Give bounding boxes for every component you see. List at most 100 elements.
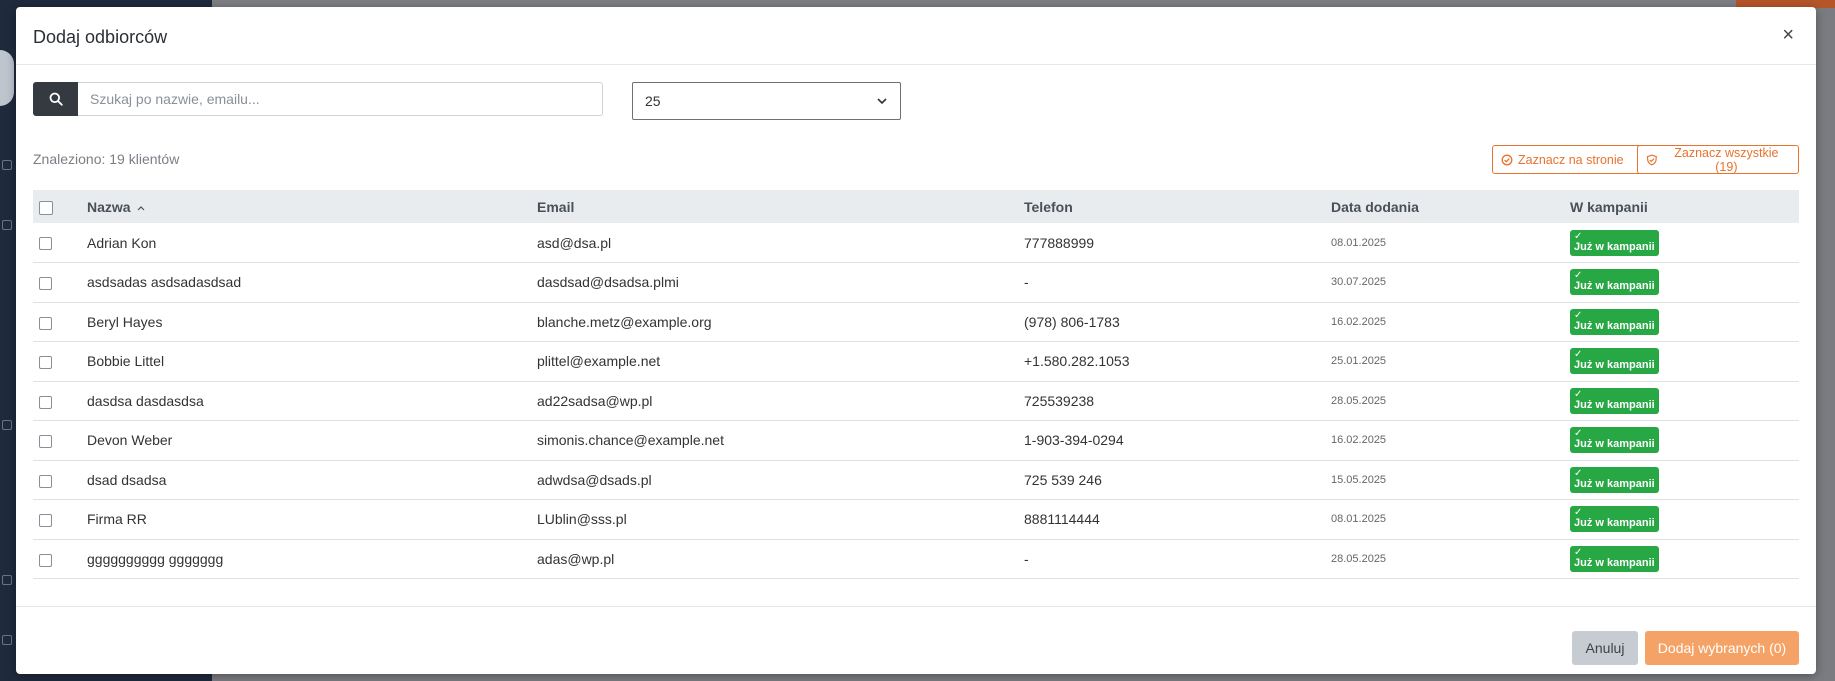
cell-name: Firma RR [87,511,147,528]
cell-phone: +1.580.282.1053 [1024,353,1130,370]
check-circle-icon [1501,154,1513,165]
table-row[interactable]: Beryl Hayes blanche.metz@example.org (978)… [33,302,1799,342]
in-campaign-label: Już w kampanii [1574,280,1655,293]
cell-email: asd@dsa.pl [537,234,612,251]
cell-name: gggggggggg ggggggg [87,550,224,567]
select-page-label: Zaznacz na stronie [1518,152,1624,167]
table-row[interactable]: Firma RR LUblin@sss.pl 8881114444 08.01.202… [33,500,1799,540]
cell-name: Bobbie Littel [87,353,165,370]
row-checkbox[interactable] [39,277,52,291]
close-icon[interactable]: × [1782,25,1794,45]
cell-name: Adrian Kon [87,234,157,251]
cell-date: 25.01.2025 [1331,355,1387,368]
cell-name: dasdsa dasdasdsa [87,392,204,409]
cell-phone: - [1024,274,1029,291]
table-header-row: Nazwa Email Telefon Data dodania W kampa… [33,190,1799,223]
cell-date: 28.05.2025 [1331,394,1387,407]
check-icon: ✓ [1574,428,1583,440]
cell-date: 08.01.2025 [1331,236,1387,249]
cell-email: adas@wp.pl [537,550,615,567]
in-campaign-badge: ✓ Już w kampanii [1570,348,1659,375]
cell-campaign: ✓ Już w kampanii [1564,421,1799,461]
cell-campaign: ✓ Już w kampanii [1564,302,1799,342]
cell-email: LUblin@sss.pl [537,511,627,528]
cell-name: Devon Weber [87,432,173,449]
check-icon: ✓ [1574,467,1583,479]
table-row[interactable]: dasdsa dasdasdsa ad22sadsa@wp.pl 725539238… [33,381,1799,421]
cell-email: simonis.chance@example.net [537,432,724,449]
in-campaign-label: Już w kampanii [1574,438,1655,451]
per-page-select[interactable]: 25 [632,82,901,120]
column-header-campaign: W kampanii [1570,198,1648,215]
cell-date: 28.05.2025 [1331,552,1387,565]
cancel-button[interactable]: Anuluj [1572,631,1638,665]
table-row[interactable]: Adrian Kon asd@dsa.pl 777888999 08.01.2025 ✓… [33,223,1799,263]
table-row[interactable]: Bobbie Littel plittel@example.net +1.580.2… [33,342,1799,382]
cell-campaign: ✓ Już w kampanii [1564,460,1799,500]
cell-date: 08.01.2025 [1331,513,1387,526]
in-campaign-label: Już w kampanii [1574,477,1655,490]
select-all-label: Zaznacz wszystkie (19) [1674,145,1779,174]
check-icon: ✓ [1574,309,1583,321]
row-checkbox[interactable] [39,356,52,370]
clients-table-container[interactable]: Nazwa Email Telefon Data dodania W kampa… [33,190,1799,597]
table-row[interactable]: Devon Weber simonis.chance@example.net 1-9… [33,421,1799,461]
shield-check-icon [1646,153,1657,166]
in-campaign-badge: ✓ Już w kampanii [1570,229,1659,256]
row-checkbox[interactable] [39,435,52,449]
home-icon [2,160,12,170]
document-icon [2,420,12,430]
row-checkbox[interactable] [39,553,52,567]
calendar-icon [2,635,12,645]
row-checkbox[interactable] [39,237,52,251]
modal-footer: Anuluj Dodaj wybranych (0) [16,606,1816,674]
in-campaign-label: Już w kampanii [1574,240,1655,253]
in-campaign-badge: ✓ Już w kampanii [1570,466,1659,493]
column-header-phone: Telefon [1024,198,1073,215]
results-count: Znaleziono: 19 klientów [33,151,180,167]
column-header-email: Email [537,198,575,215]
row-checkbox[interactable] [39,514,52,528]
cell-phone: 777888999 [1024,234,1095,251]
cell-campaign: ✓ Już w kampanii [1564,223,1799,263]
in-campaign-badge: ✓ Już w kampanii [1570,506,1659,533]
check-icon: ✓ [1574,230,1583,242]
cell-date: 15.05.2025 [1331,473,1387,486]
cell-campaign: ✓ Już w kampanii [1564,500,1799,540]
in-campaign-label: Już w kampanii [1574,517,1655,530]
table-row[interactable]: gggggggggg ggggggg adas@wp.pl - 28.05.2025 ✓… [33,539,1799,579]
table-row[interactable]: asdsadas asdsadasdsad dasdsad@dsadsa.plmi… [33,263,1799,303]
in-campaign-label: Już w kampanii [1574,556,1655,569]
modal-title: Dodaj odbiorców [33,27,168,47]
table-row[interactable]: dsad dsadsa adwdsa@dsads.pl 725 539 246 15.… [33,460,1799,500]
search-icon [49,92,63,106]
check-icon: ✓ [1574,270,1583,282]
in-campaign-label: Już w kampanii [1574,398,1655,411]
search-input[interactable] [78,82,603,116]
in-campaign-badge: ✓ Już w kampanii [1570,545,1659,572]
search-button[interactable] [33,82,78,116]
in-campaign-badge: ✓ Już w kampanii [1570,269,1659,296]
cell-email: dasdsad@dsadsa.plmi [537,274,679,291]
add-selected-button[interactable]: Dodaj wybranych (0) [1645,631,1799,665]
row-checkbox[interactable] [39,474,52,488]
menu-icon [2,220,12,230]
column-header-name[interactable]: Nazwa [81,190,531,223]
cell-campaign: ✓ Już w kampanii [1564,342,1799,382]
clients-table: Nazwa Email Telefon Data dodania W kampa… [33,190,1799,579]
row-checkbox[interactable] [39,316,52,330]
row-checkbox[interactable] [39,395,52,409]
per-page-value: 25 [645,93,661,109]
sort-ascending-icon [138,205,145,210]
in-campaign-badge: ✓ Już w kampanii [1570,308,1659,335]
cell-phone: - [1024,550,1029,567]
cell-campaign: ✓ Już w kampanii [1564,263,1799,303]
check-icon: ✓ [1574,388,1583,400]
background-sidebar-toggle [0,50,14,106]
check-icon: ✓ [1574,507,1583,519]
select-all-button[interactable]: Zaznacz wszystkie (19) [1637,145,1799,174]
select-all-checkbox[interactable] [39,200,53,215]
cell-date: 16.02.2025 [1331,434,1387,447]
cell-name: Beryl Hayes [87,313,163,330]
cell-date: 16.02.2025 [1331,315,1387,328]
